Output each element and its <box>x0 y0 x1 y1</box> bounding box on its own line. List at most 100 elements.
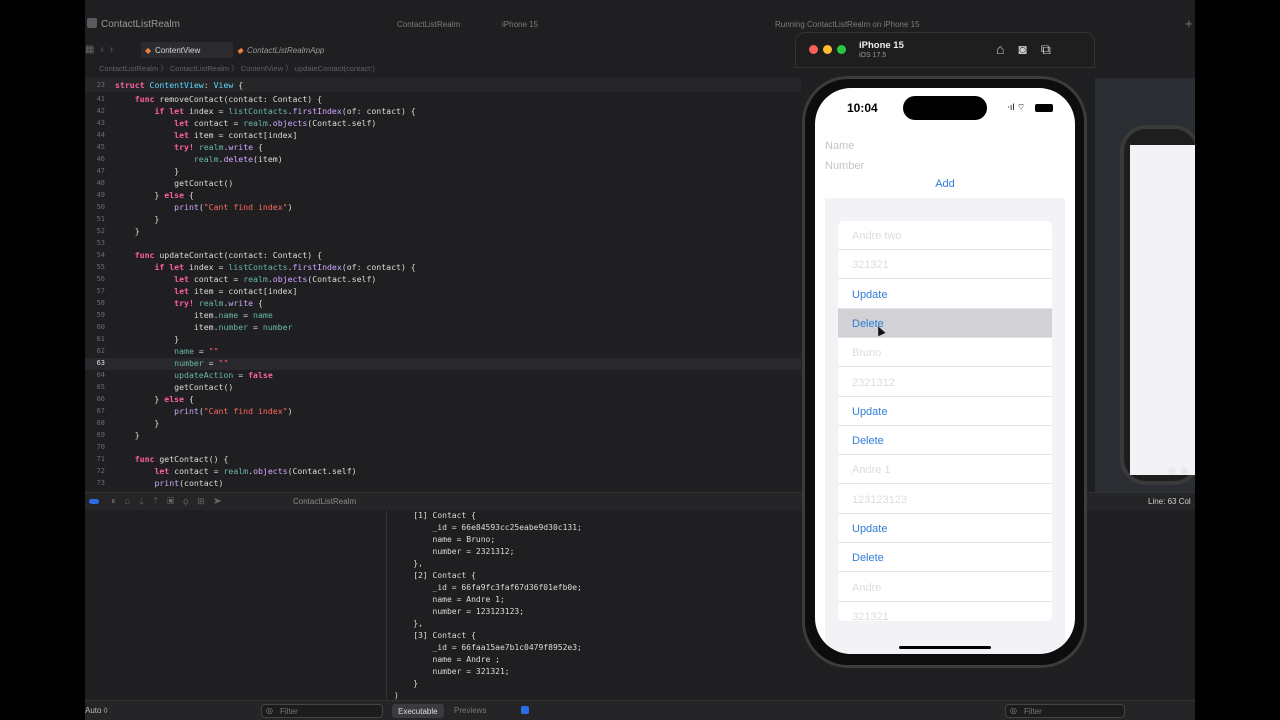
code-line[interactable]: 68 } <box>85 418 801 430</box>
update-button[interactable]: Update <box>838 280 1052 309</box>
code-line[interactable]: 45 try! realm.write { <box>85 142 801 154</box>
code-line[interactable]: 63 number = "" <box>85 358 801 370</box>
code-line[interactable]: 61 } <box>85 334 801 346</box>
code-line[interactable]: 72 let contact = realm.objects(Contact.s… <box>85 466 801 478</box>
line-number: 50 <box>96 203 105 211</box>
code-text: getContact() <box>115 382 234 392</box>
code-line[interactable]: 47 } <box>85 166 801 178</box>
code-line[interactable]: 43 let contact = realm.objects(Contact.s… <box>85 118 801 130</box>
code-line[interactable]: 65 getContact() <box>85 382 801 394</box>
code-text: print("Cant find index") <box>174 406 293 416</box>
close-window-icon[interactable] <box>809 45 818 54</box>
code-line[interactable]: 58 try! realm.write { <box>85 298 801 310</box>
code-text: func getContact() { <box>134 454 229 464</box>
delete-button[interactable]: Delete <box>838 426 1052 456</box>
zoom-window-icon[interactable] <box>837 45 846 54</box>
code-line[interactable]: 64 updateAction = false <box>85 370 801 382</box>
code-line[interactable]: 59 item.name = name <box>85 310 801 322</box>
list-item: Bruno <box>838 338 1052 368</box>
line-number: 62 <box>96 347 105 355</box>
console-line: [2] Contact { <box>394 571 476 580</box>
code-line[interactable]: 51 } <box>85 214 801 226</box>
list-item: 123123123 <box>838 485 1052 514</box>
scheme-selector[interactable]: ContactListRealm <box>397 20 460 29</box>
line-number: 73 <box>96 479 105 487</box>
jump-bar[interactable]: ContactListRealm 〉 ContactListRealm 〉 Co… <box>85 60 805 76</box>
list-item: 321321 <box>838 602 1052 621</box>
variables-filter-input[interactable]: ◎ Filter <box>261 704 383 718</box>
update-button[interactable]: Update <box>838 397 1052 426</box>
filter-icon: ◎ <box>1010 706 1017 715</box>
debug-controls-icon[interactable]: ⏸⌂⇣⇡▣⚲⊞➤ <box>111 496 231 507</box>
code-text: } else { <box>115 394 194 404</box>
code-line[interactable]: 62 name = "" <box>85 346 801 358</box>
simulator-device-name: iPhone 15 <box>859 40 904 51</box>
console-settings-icon[interactable] <box>521 706 529 714</box>
code-text: name = "" <box>174 346 219 356</box>
code-text: } <box>115 214 160 224</box>
minimize-window-icon[interactable] <box>823 45 832 54</box>
code-line[interactable]: 73 print(contact) <box>85 478 801 490</box>
code-text: let contact = realm.objects(Contact.self… <box>174 118 377 128</box>
list-item: 321321 <box>838 250 1052 280</box>
code-line[interactable]: 54 func updateContact(contact: Contact) … <box>85 250 801 262</box>
previews-tab[interactable]: Previews <box>454 706 486 715</box>
code-line[interactable]: 41 func removeContact(contact: Contact) … <box>85 94 801 106</box>
console-line: _id = 66faa15ae7b1c0479f8952e3; <box>394 643 582 652</box>
code-line[interactable]: 71 func getContact() { <box>85 454 801 466</box>
wifi-icon: ⋅ıl ⌔ <box>1007 102 1026 112</box>
code-line[interactable]: 57 let item = contact[index] <box>85 286 801 298</box>
tab-contactlistrealmapp[interactable]: ◆ ContactListRealmApp <box>233 42 353 58</box>
contact-list[interactable]: Andre two 321321 Update Delete Bruno 2321312 U… <box>838 221 1052 621</box>
simulator-actions-icon[interactable]: ⌂◙⧉ <box>996 41 1065 58</box>
navigation-arrows-icon[interactable]: ▦‹› <box>85 44 119 55</box>
name-field[interactable]: Name <box>825 140 854 152</box>
number-field[interactable]: Number <box>825 160 864 172</box>
code-line[interactable]: 52 } <box>85 226 801 238</box>
executable-tab[interactable]: Executable <box>392 704 444 718</box>
tab-label: ContactListRealmApp <box>247 46 325 55</box>
code-line[interactable]: 70 <box>85 442 801 454</box>
console-line: number = 123123123; <box>394 607 525 616</box>
console-line: number = 2321312; <box>394 547 515 556</box>
debug-area-toggle-icon[interactable] <box>89 499 99 504</box>
list-item: Andre 1 <box>838 455 1052 485</box>
code-line[interactable]: 44 let item = contact[index] <box>85 130 801 142</box>
add-tab-icon[interactable]: + <box>1185 16 1193 31</box>
console-line: name = Andre ; <box>394 655 500 664</box>
filter-placeholder: Filter <box>280 707 298 716</box>
console-filter-input[interactable]: ◎ Filter <box>1005 704 1125 718</box>
line-number: 56 <box>96 275 105 283</box>
code-line[interactable]: 48 getContact() <box>85 178 801 190</box>
code-line[interactable]: 69 } <box>85 430 801 442</box>
variables-scope-select[interactable]: Auto ◊ <box>85 706 108 715</box>
code-line[interactable]: 60 item.number = number <box>85 322 801 334</box>
code-line[interactable]: 67 print("Cant find index") <box>85 406 801 418</box>
line-number: 66 <box>96 395 105 403</box>
console-line: _id = 66fa9fc3faf67d36f01efb0e; <box>394 583 582 592</box>
code-line[interactable]: 55 if let index = listContacts.firstInde… <box>85 262 801 274</box>
code-text: let contact = realm.objects(Contact.self… <box>174 274 377 284</box>
code-text: realm.delete(item) <box>193 154 283 164</box>
run-destination[interactable]: iPhone 15 <box>502 20 538 29</box>
line-number: 58 <box>96 299 105 307</box>
code-text: updateAction = false <box>174 370 273 380</box>
code-line[interactable]: 56 let contact = realm.objects(Contact.s… <box>85 274 801 286</box>
source-editor[interactable]: 23 struct ContentView: View { 41 func re… <box>85 78 801 492</box>
zoom-icon[interactable]: ⊖⊕ <box>1168 466 1193 477</box>
add-button[interactable]: Add <box>815 178 1075 190</box>
variables-view[interactable] <box>85 510 387 700</box>
delete-button[interactable]: Delete <box>838 543 1052 573</box>
update-button[interactable]: Update <box>838 514 1052 543</box>
code-line[interactable]: 50 print("Cant find index") <box>85 202 801 214</box>
code-line[interactable]: 66 } else { <box>85 394 801 406</box>
tab-contentview[interactable]: ◆ ContentView <box>141 42 233 58</box>
code-text: } else { <box>115 190 194 200</box>
code-line[interactable]: 42 if let index = listContacts.firstInde… <box>85 106 801 118</box>
delete-button[interactable]: Delete <box>838 308 1052 338</box>
project-name[interactable]: ContactListRealm <box>101 19 180 30</box>
battery-icon <box>1035 104 1053 112</box>
code-line[interactable]: 53 <box>85 238 801 250</box>
code-line[interactable]: 49 } else { <box>85 190 801 202</box>
code-line[interactable]: 46 realm.delete(item) <box>85 154 801 166</box>
